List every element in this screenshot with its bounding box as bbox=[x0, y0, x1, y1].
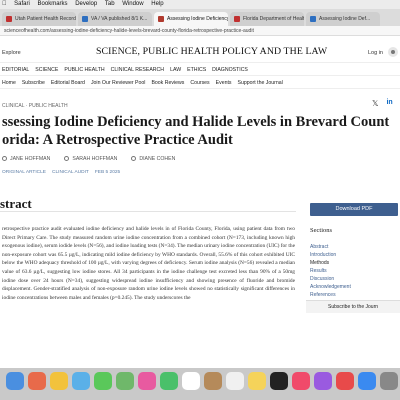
browser-tab[interactable]: Florida Department of Health bbox=[230, 12, 304, 26]
mail-icon[interactable] bbox=[72, 372, 90, 390]
author-avatar-icon bbox=[2, 156, 7, 161]
article-meta: ORIGINAL ARTICLE CLINICAL AUDIT FEB 5 20… bbox=[2, 170, 120, 175]
nav-science[interactable]: SCIENCE bbox=[35, 67, 58, 73]
nav-editorial-board[interactable]: Editorial Board bbox=[51, 80, 85, 86]
browser-tab-active[interactable]: Assessing Iodine Deficiency and H... ✕ bbox=[154, 12, 228, 26]
contacts-icon[interactable] bbox=[204, 372, 222, 390]
nav-clinical-research[interactable]: CLINICAL RESEARCH bbox=[111, 67, 164, 73]
category-nav: EDITORIAL SCIENCE PUBLIC HEALTH CLINICAL… bbox=[0, 64, 400, 76]
menu-item-develop[interactable]: Develop bbox=[75, 1, 97, 7]
abstract-text: retrospective practice audit evaluated i… bbox=[2, 226, 295, 301]
browser-tab[interactable]: Assessing Iodine Def... bbox=[306, 12, 380, 26]
section-link-acknowledgement[interactable]: Acknowledgement bbox=[310, 283, 351, 291]
tv-icon[interactable] bbox=[270, 372, 288, 390]
nav-law[interactable]: LAW bbox=[170, 67, 181, 73]
account-icon[interactable] bbox=[388, 47, 398, 57]
nav-events[interactable]: Events bbox=[216, 80, 232, 86]
nav-public-health[interactable]: PUBLIC HEALTH bbox=[64, 67, 104, 73]
author-avatar-icon bbox=[64, 156, 70, 161]
nav-diagnostics[interactable]: DIAGNOSTICS bbox=[212, 67, 248, 73]
menu-item-window[interactable]: Window bbox=[122, 1, 143, 7]
author-avatar-icon bbox=[131, 156, 137, 161]
browser-tab[interactable]: Utah Patient Health Records bbox=[2, 12, 76, 26]
site-header: Explore SCIENCE, PUBLIC HEALTH POLICY AN… bbox=[0, 37, 400, 63]
breadcrumb[interactable]: CLINICAL · PUBLIC HEALTH bbox=[2, 103, 68, 109]
section-link-methods[interactable]: Methods bbox=[310, 259, 351, 267]
article-title: ssessing Iodine Deficiency and Halide Le… bbox=[2, 114, 400, 149]
download-pdf-button[interactable]: Download PDF bbox=[310, 203, 398, 216]
title-line: ssessing Iodine Deficiency and Halide Le… bbox=[2, 114, 390, 130]
sections-list: Abstract Introduction Methods Results Di… bbox=[310, 243, 351, 299]
linkedin-share-icon[interactable]: in bbox=[386, 99, 392, 108]
reminders-icon[interactable] bbox=[226, 372, 244, 390]
settings-icon[interactable] bbox=[380, 372, 398, 390]
favicon-icon bbox=[158, 16, 164, 22]
tab-label: Utah Patient Health Records bbox=[15, 16, 76, 22]
meta-type[interactable]: ORIGINAL ARTICLE bbox=[2, 170, 46, 175]
address-bar[interactable]: scienceofhealth.com/assessing-iodine-def… bbox=[0, 26, 400, 36]
x-share-icon[interactable]: 𝕏 bbox=[372, 99, 378, 108]
sections-heading: Sections bbox=[310, 227, 333, 234]
favicon-icon bbox=[6, 16, 12, 22]
favicon-icon bbox=[310, 16, 316, 22]
nav-book-reviews[interactable]: Book Reviews bbox=[151, 80, 184, 86]
abstract-heading: stract bbox=[0, 196, 32, 211]
journal-title[interactable]: SCIENCE, PUBLIC HEALTH POLICY AND THE LA… bbox=[96, 46, 327, 57]
section-link-introduction[interactable]: Introduction bbox=[310, 251, 351, 259]
facetime-icon[interactable] bbox=[160, 372, 178, 390]
finder-icon[interactable] bbox=[6, 372, 24, 390]
meta-category[interactable]: CLINICAL AUDIT bbox=[52, 170, 89, 175]
tab-label: Florida Department of Health bbox=[243, 16, 304, 22]
chrome-icon[interactable] bbox=[50, 372, 68, 390]
author[interactable]: SARAH HOFFMAN bbox=[64, 156, 117, 162]
nav-subscribe[interactable]: Subscribe bbox=[22, 80, 45, 86]
nav-reviewer-pool[interactable]: Join Our Reviewer Pool bbox=[91, 80, 146, 86]
author[interactable]: JANE HOFFMAN bbox=[2, 156, 50, 162]
music-icon[interactable] bbox=[292, 372, 310, 390]
login-link[interactable]: Log in bbox=[368, 50, 383, 56]
dock-icons bbox=[0, 372, 400, 396]
nav-support[interactable]: Support the Journal bbox=[238, 80, 283, 86]
section-link-discussion[interactable]: Discussion bbox=[310, 275, 351, 283]
tab-label: VA / VA published 8/1 K... bbox=[91, 16, 148, 22]
menu-item-help[interactable]: Help bbox=[151, 1, 163, 7]
meta-date: FEB 5 2025 bbox=[94, 170, 121, 175]
tab-label: Assessing Iodine Deficiency and H... bbox=[167, 16, 228, 22]
menu-item-tab[interactable]: Tab bbox=[105, 1, 115, 7]
section-link-results[interactable]: Results bbox=[310, 267, 351, 275]
menu-item-bookmarks[interactable]: Bookmarks bbox=[38, 1, 68, 7]
browser-tab[interactable]: VA / VA published 8/1 K... bbox=[78, 12, 152, 26]
favicon-icon bbox=[82, 16, 88, 22]
section-link-references[interactable]: References bbox=[310, 291, 351, 299]
apple-menu-icon[interactable]:  bbox=[2, 1, 7, 7]
author-list: JANE HOFFMAN SARAH HOFFMAN DIANE COHEN bbox=[2, 156, 175, 162]
podcasts-icon[interactable] bbox=[314, 372, 332, 390]
tab-strip: Utah Patient Health Records VA / VA publ… bbox=[0, 9, 400, 26]
share-bar: 𝕏 in bbox=[372, 99, 393, 108]
messages-icon[interactable] bbox=[94, 372, 112, 390]
nav-courses[interactable]: Courses bbox=[190, 80, 209, 86]
section-link-abstract[interactable]: Abstract bbox=[310, 243, 351, 251]
author[interactable]: DIANE COHEN bbox=[131, 156, 175, 162]
news-icon[interactable] bbox=[336, 372, 354, 390]
nav-editorial[interactable]: EDITORIAL bbox=[2, 67, 29, 73]
maps-icon[interactable] bbox=[116, 372, 134, 390]
launchpad-icon[interactable] bbox=[28, 372, 46, 390]
explore-menu[interactable]: Explore bbox=[2, 50, 21, 56]
site-nav: Home Subscribe Editorial Board Join Our … bbox=[0, 77, 400, 89]
menu-bar:  Safari Bookmarks Develop Tab Window He… bbox=[0, 0, 400, 9]
appstore-icon[interactable] bbox=[358, 372, 376, 390]
divider bbox=[0, 211, 296, 212]
nav-home[interactable]: Home bbox=[2, 80, 16, 86]
title-line: orida: A Retrospective Practice Audit bbox=[2, 131, 233, 148]
favicon-icon bbox=[234, 16, 240, 22]
menu-app[interactable]: Safari bbox=[14, 1, 30, 7]
calendar-icon[interactable] bbox=[182, 372, 200, 390]
subscribe-button[interactable]: Subscribe to the Journ bbox=[306, 300, 400, 313]
photos-icon[interactable] bbox=[138, 372, 156, 390]
notes-icon[interactable] bbox=[248, 372, 266, 390]
nav-ethics[interactable]: ETHICS bbox=[187, 67, 206, 73]
tab-label: Assessing Iodine Def... bbox=[319, 16, 371, 22]
